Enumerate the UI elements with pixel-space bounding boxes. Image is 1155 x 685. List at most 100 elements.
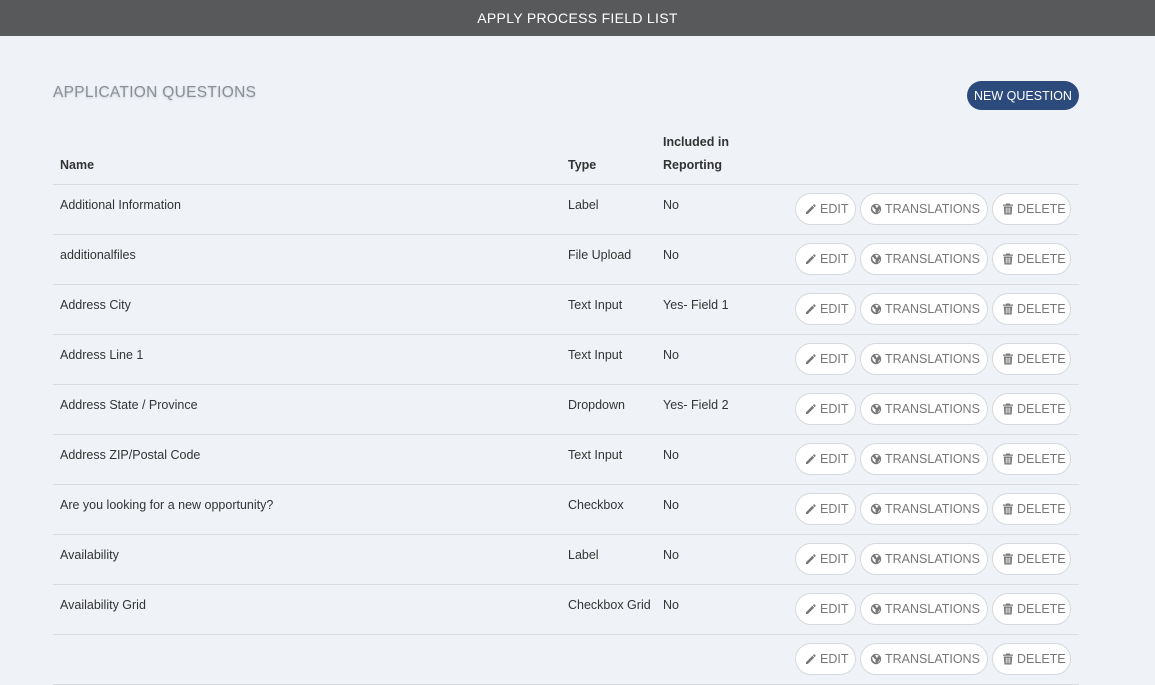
edit-label: EDIT: [820, 252, 849, 266]
edit-button[interactable]: EDIT: [795, 293, 856, 325]
question-reporting: No: [663, 448, 679, 462]
translations-button[interactable]: TRANSLATIONS: [860, 643, 988, 675]
question-reporting: No: [663, 548, 679, 562]
trash-icon: [1003, 203, 1013, 215]
section-title: APPLICATION QUESTIONS: [53, 84, 257, 101]
question-reporting: No: [663, 498, 679, 512]
pencil-icon: [806, 254, 816, 264]
translations-label: TRANSLATIONS: [885, 252, 980, 266]
translations-button[interactable]: TRANSLATIONS: [860, 493, 988, 525]
globe-icon: [870, 303, 882, 315]
question-name: Address ZIP/Postal Code: [60, 448, 201, 462]
delete-label: DELETE: [1017, 502, 1066, 516]
translations-label: TRANSLATIONS: [885, 552, 980, 566]
translations-button[interactable]: TRANSLATIONS: [860, 293, 988, 325]
translations-button[interactable]: TRANSLATIONS: [860, 343, 988, 375]
globe-icon: [870, 253, 882, 265]
row-actions: EDIT TRANSLATIONS DELETE: [795, 343, 1071, 375]
row-actions: EDIT TRANSLATIONS DELETE: [795, 593, 1071, 625]
edit-button[interactable]: EDIT: [795, 393, 856, 425]
table-row: Are you looking for a new opportunity? C…: [53, 485, 1079, 535]
row-actions: EDIT TRANSLATIONS DELETE: [795, 243, 1071, 275]
edit-button[interactable]: EDIT: [795, 193, 856, 225]
globe-icon: [870, 603, 882, 615]
new-question-button[interactable]: NEW QUESTION: [967, 81, 1079, 110]
edit-label: EDIT: [820, 452, 849, 466]
question-reporting: No: [663, 198, 679, 212]
delete-label: DELETE: [1017, 552, 1066, 566]
question-reporting: Yes- Field 2: [663, 398, 729, 412]
question-name: Address State / Province: [60, 398, 198, 412]
delete-button[interactable]: DELETE: [992, 343, 1071, 375]
delete-button[interactable]: DELETE: [992, 193, 1071, 225]
translations-button[interactable]: TRANSLATIONS: [860, 393, 988, 425]
pencil-icon: [806, 604, 816, 614]
translations-label: TRANSLATIONS: [885, 602, 980, 616]
pencil-icon: [806, 354, 816, 364]
delete-button[interactable]: DELETE: [992, 643, 1071, 675]
delete-button[interactable]: DELETE: [992, 443, 1071, 475]
trash-icon: [1003, 403, 1013, 415]
delete-button[interactable]: DELETE: [992, 593, 1071, 625]
question-type: Text Input: [568, 348, 623, 362]
translations-button[interactable]: TRANSLATIONS: [860, 443, 988, 475]
delete-label: DELETE: [1017, 452, 1066, 466]
pencil-icon: [806, 404, 816, 414]
edit-label: EDIT: [820, 302, 849, 316]
translations-button[interactable]: TRANSLATIONS: [860, 593, 988, 625]
question-name: Availability: [60, 548, 119, 562]
table-row: Address State / Province Dropdown Yes- F…: [53, 385, 1079, 435]
column-header-type: Type: [568, 158, 597, 172]
question-type: Dropdown: [568, 398, 625, 412]
edit-button[interactable]: EDIT: [795, 443, 856, 475]
delete-button[interactable]: DELETE: [992, 543, 1071, 575]
row-actions: EDIT TRANSLATIONS DELETE: [795, 543, 1071, 575]
translations-label: TRANSLATIONS: [885, 652, 980, 666]
question-reporting: No: [663, 348, 679, 362]
edit-label: EDIT: [820, 202, 849, 216]
edit-label: EDIT: [820, 352, 849, 366]
edit-button[interactable]: EDIT: [795, 493, 856, 525]
question-reporting: Yes- Field 1: [663, 298, 729, 312]
edit-button[interactable]: EDIT: [795, 343, 856, 375]
pencil-icon: [806, 654, 816, 664]
question-type: Label: [568, 548, 599, 562]
row-actions: EDIT TRANSLATIONS DELETE: [795, 493, 1071, 525]
trash-icon: [1003, 453, 1013, 465]
edit-button[interactable]: EDIT: [795, 543, 856, 575]
trash-icon: [1003, 553, 1013, 565]
question-type: Checkbox Grid: [568, 598, 651, 612]
edit-label: EDIT: [820, 552, 849, 566]
globe-icon: [870, 553, 882, 565]
trash-icon: [1003, 353, 1013, 365]
table-header: Name Type Included in Reporting: [53, 128, 1079, 185]
question-type: Checkbox: [568, 498, 624, 512]
trash-icon: [1003, 253, 1013, 265]
table-body: Additional Information Label No EDIT TRA…: [53, 185, 1079, 685]
pencil-icon: [806, 504, 816, 514]
pencil-icon: [806, 454, 816, 464]
pencil-icon: [806, 304, 816, 314]
delete-button[interactable]: DELETE: [992, 393, 1071, 425]
translations-label: TRANSLATIONS: [885, 402, 980, 416]
delete-button[interactable]: DELETE: [992, 293, 1071, 325]
delete-label: DELETE: [1017, 402, 1066, 416]
translations-button[interactable]: TRANSLATIONS: [860, 243, 988, 275]
table-row: Address ZIP/Postal Code Text Input No ED…: [53, 435, 1079, 485]
translations-label: TRANSLATIONS: [885, 502, 980, 516]
question-name: Address Line 1: [60, 348, 144, 362]
translations-label: TRANSLATIONS: [885, 302, 980, 316]
question-name: Availability Grid: [60, 598, 146, 612]
table-row: Address City Text Input Yes- Field 1 EDI…: [53, 285, 1079, 335]
translations-button[interactable]: TRANSLATIONS: [860, 193, 988, 225]
row-actions: EDIT TRANSLATIONS DELETE: [795, 393, 1071, 425]
edit-button[interactable]: EDIT: [795, 643, 856, 675]
delete-label: DELETE: [1017, 652, 1066, 666]
delete-button[interactable]: DELETE: [992, 493, 1071, 525]
delete-button[interactable]: DELETE: [992, 243, 1071, 275]
translations-button[interactable]: TRANSLATIONS: [860, 543, 988, 575]
globe-icon: [870, 453, 882, 465]
edit-button[interactable]: EDIT: [795, 593, 856, 625]
edit-button[interactable]: EDIT: [795, 243, 856, 275]
question-type: File Upload: [568, 248, 632, 262]
